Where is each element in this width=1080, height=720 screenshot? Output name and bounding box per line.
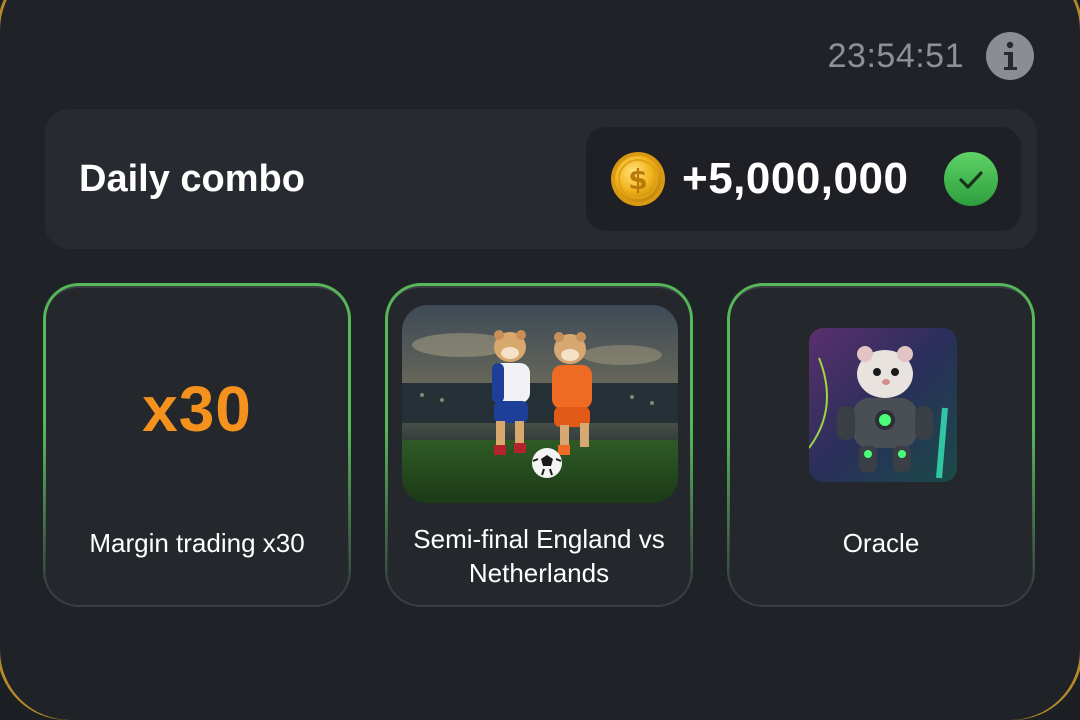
- card-label: Semi-final England vs Netherlands: [413, 524, 665, 588]
- info-icon[interactable]: [986, 32, 1034, 80]
- coin-icon: $: [611, 152, 665, 206]
- card-label: Oracle: [842, 528, 920, 558]
- combo-card-oracle[interactable]: Oracle: [727, 283, 1035, 607]
- countdown-timer: 23:54:51: [827, 36, 964, 75]
- svg-text:$: $: [628, 163, 647, 196]
- reward-pill: $ +5,000,000: [586, 127, 1021, 231]
- reward-amount: +5,000,000: [682, 154, 909, 203]
- combo-card-semi-final[interactable]: Semi-final England vs Netherlands: [385, 283, 693, 607]
- x30-badge: x30: [142, 373, 252, 445]
- card-label: Margin trading x30: [89, 528, 305, 558]
- robot-hamster-image: [809, 328, 957, 482]
- daily-combo-title: Daily combo: [79, 158, 305, 200]
- check-icon: [944, 152, 998, 206]
- daily-combo-bar: Daily combo $ +5,000,000: [45, 109, 1037, 249]
- combo-card-margin-trading[interactable]: x30 Margin trading x30: [43, 283, 351, 607]
- football-hamsters-image: [402, 305, 678, 503]
- header-row: 23:54:51: [828, 30, 1034, 82]
